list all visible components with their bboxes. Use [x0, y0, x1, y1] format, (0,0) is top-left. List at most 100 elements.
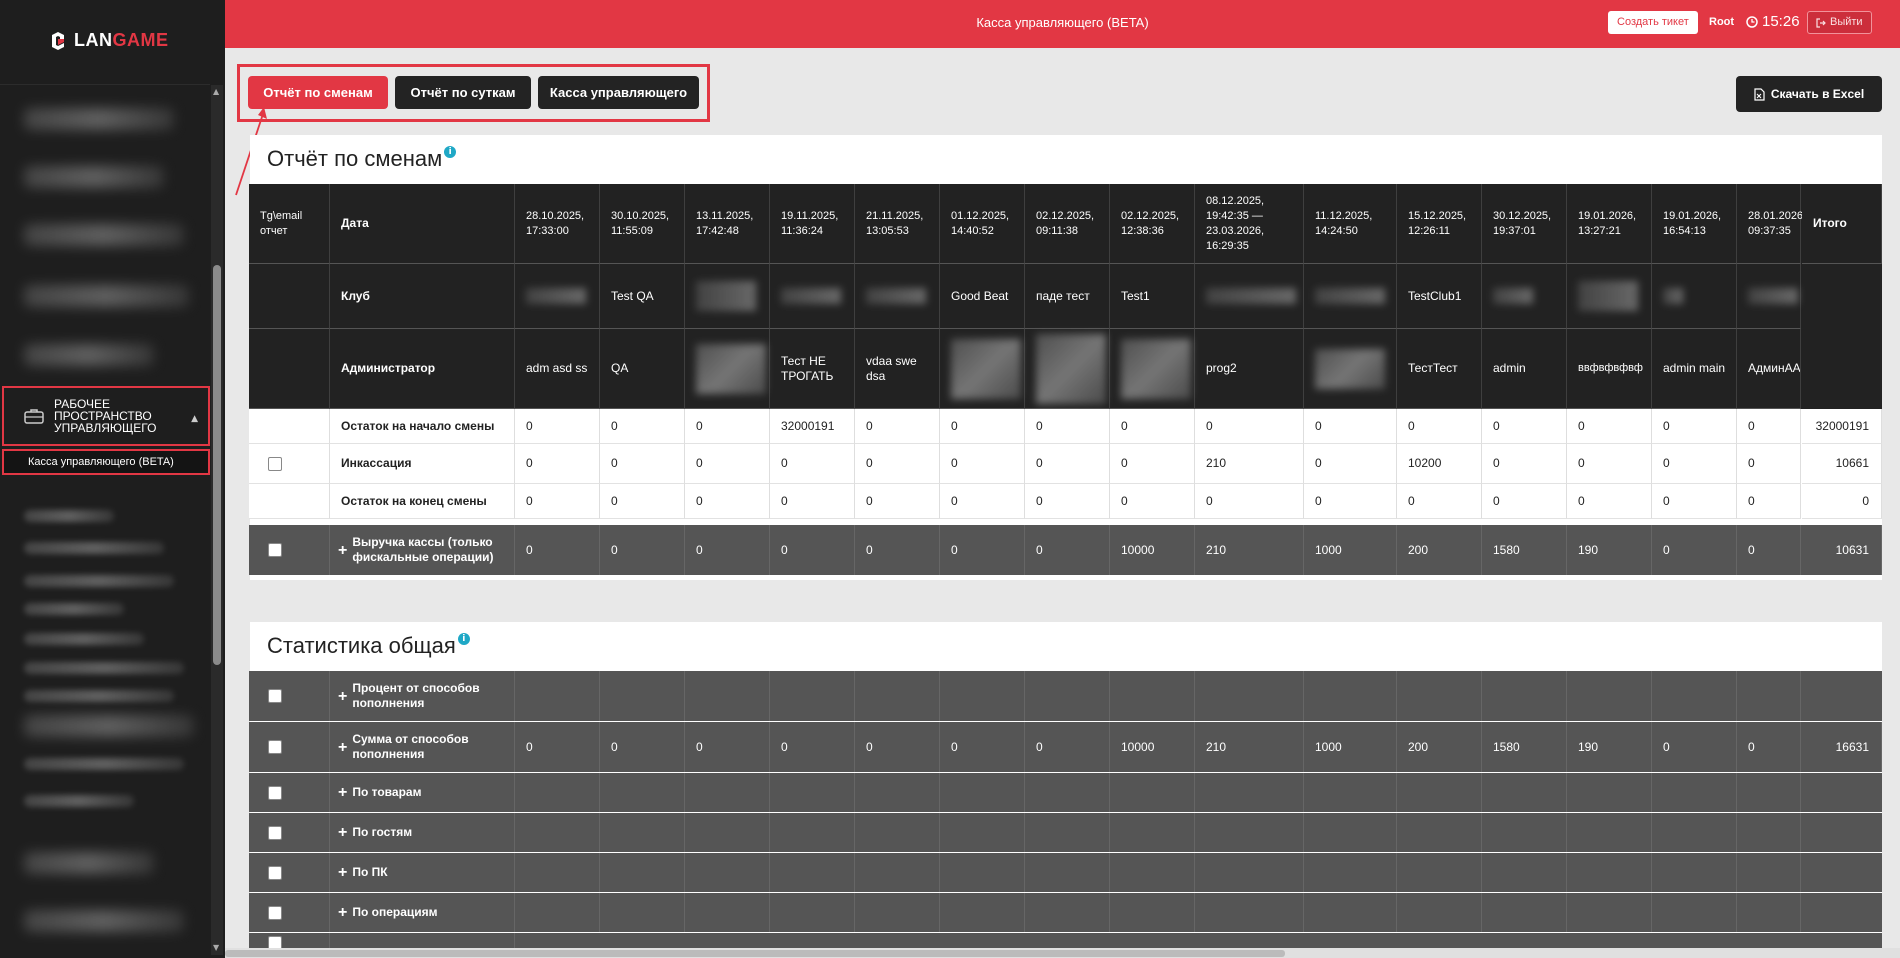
value-cell: 0: [1482, 444, 1567, 484]
sidebar-item-blurred[interactable]: [24, 344, 154, 366]
table-row-expandable[interactable]: [249, 933, 1882, 948]
sidebar-item-blurred[interactable]: [24, 662, 184, 674]
info-icon[interactable]: i: [444, 146, 457, 158]
table-row-expandable[interactable]: + По ПК: [249, 853, 1882, 892]
sidebar-item-manager-cash[interactable]: Касса управляющего (BETA): [2, 449, 210, 475]
value-cell: [685, 773, 770, 812]
sidebar-item-blurred[interactable]: [24, 224, 184, 246]
value-cell: [1110, 773, 1195, 812]
total-cell: 10661: [1802, 444, 1882, 484]
table-row-expandable[interactable]: + Сумма от способов пополнения 0 0 0 0 0 …: [249, 722, 1882, 772]
create-ticket-button[interactable]: Создать тикет: [1608, 11, 1698, 34]
sidebar: LANGAME РАБОЧЕЕ ПРОСТРАНСТВО УПРАВЛЯЮЩЕГ…: [0, 0, 225, 958]
info-icon[interactable]: i: [457, 633, 470, 645]
value-cell: 0: [1567, 409, 1652, 444]
value-cell: 210: [1195, 444, 1304, 484]
value-cell: 0: [1397, 409, 1482, 444]
value-cell: 0: [855, 409, 940, 444]
row-checkbox[interactable]: [268, 936, 282, 948]
value-cell: 0: [855, 722, 940, 772]
value-cell: 0: [940, 525, 1025, 575]
table-row-expandable[interactable]: + По операциям: [249, 893, 1882, 932]
sidebar-item-blurred[interactable]: [24, 575, 174, 587]
table-row-expandable[interactable]: + Выручка кассы (только фискальные операц…: [249, 525, 1882, 575]
value-cell: 0: [515, 444, 600, 484]
row-checkbox[interactable]: [268, 865, 282, 880]
logo-text: LANGAME: [74, 30, 169, 50]
horizontal-scrollbar[interactable]: [225, 948, 1900, 958]
langame-logo[interactable]: LANGAME: [48, 30, 169, 51]
date-cell: 30.12.2025, 19:37:01: [1482, 184, 1567, 264]
sidebar-item-blurred[interactable]: [24, 633, 144, 645]
sidebar-item-blurred[interactable]: [24, 758, 184, 770]
sidebar-item-blurred[interactable]: [24, 542, 164, 554]
user-name[interactable]: Root: [1709, 16, 1734, 28]
clock-icon: [1746, 15, 1758, 28]
value-cell: [600, 853, 685, 892]
sidebar-item-blurred[interactable]: [24, 285, 189, 307]
scroll-up-icon[interactable]: ▲: [213, 87, 219, 96]
expand-plus-icon[interactable]: +: [338, 542, 347, 558]
expand-plus-icon[interactable]: +: [338, 865, 347, 881]
admin-cell: adm asd ss: [515, 329, 600, 409]
value-cell: 0: [1482, 409, 1567, 444]
value-cell: [1567, 773, 1652, 812]
value-cell: [1025, 671, 1110, 721]
expand-plus-icon[interactable]: +: [338, 785, 347, 801]
table-row-expandable[interactable]: + По гостям: [249, 813, 1882, 852]
row-checkbox[interactable]: [268, 825, 282, 840]
scroll-down-icon[interactable]: ▼: [213, 943, 219, 952]
sidebar-item-blurred[interactable]: [24, 910, 184, 932]
value-cell: 0: [855, 525, 940, 575]
value-cell: 0: [515, 722, 600, 772]
value-cell: 0: [600, 484, 685, 519]
sidebar-item-blurred[interactable]: [24, 715, 194, 737]
sidebar-scrollbar[interactable]: ▲ ▼: [211, 85, 223, 955]
row-label: Выручка кассы (только фискальные операци…: [352, 535, 494, 564]
value-cell: [855, 813, 940, 852]
row-checkbox[interactable]: [268, 456, 282, 471]
value-cell: 0: [940, 444, 1025, 484]
row-checkbox[interactable]: [268, 543, 282, 557]
expand-plus-icon[interactable]: +: [338, 905, 347, 921]
value-cell: [1397, 773, 1482, 812]
sidebar-item-blurred[interactable]: [24, 852, 154, 874]
value-cell: 0: [770, 484, 855, 519]
value-cell: 0: [940, 409, 1025, 444]
expand-plus-icon[interactable]: +: [338, 688, 347, 704]
row-checkbox[interactable]: [268, 785, 282, 800]
sidebar-item-blurred[interactable]: [24, 603, 124, 615]
value-cell: [770, 853, 855, 892]
tab-manager-cash[interactable]: Касса управляющего: [538, 76, 699, 109]
sidebar-item-blurred[interactable]: [24, 166, 164, 188]
sidebar-section-workspace[interactable]: РАБОЧЕЕ ПРОСТРАНСТВО УПРАВЛЯЮЩЕГО ▲: [2, 386, 210, 446]
logout-button[interactable]: Выйти: [1807, 11, 1872, 34]
expand-plus-icon[interactable]: +: [338, 739, 347, 755]
sidebar-item-blurred[interactable]: [24, 795, 134, 807]
row-select-cell: [249, 853, 330, 892]
horizontal-scrollbar-thumb[interactable]: [225, 950, 1285, 957]
table-row: Инкассация 0 0 0 0 0 0 0 0 210 0 10200 0…: [249, 444, 1882, 484]
expand-plus-icon[interactable]: +: [338, 825, 347, 841]
sidebar-scrollbar-thumb[interactable]: [213, 265, 221, 665]
sidebar-item-blurred[interactable]: [24, 108, 174, 130]
date-cell: 02.12.2025, 12:38:36: [1110, 184, 1195, 264]
row-checkbox[interactable]: [268, 689, 282, 703]
row-checkbox[interactable]: [268, 740, 282, 754]
sidebar-item-blurred[interactable]: [24, 690, 174, 702]
row-checkbox[interactable]: [268, 905, 282, 920]
value-cell: [685, 813, 770, 852]
download-excel-button[interactable]: Скачать в Excel: [1736, 76, 1882, 112]
value-cell: [1567, 671, 1652, 721]
sidebar-item-blurred[interactable]: [24, 510, 114, 522]
table-row-expandable[interactable]: + По товарам: [249, 773, 1882, 812]
tab-daily-report[interactable]: Отчёт по суткам: [395, 76, 531, 109]
value-cell: [1397, 853, 1482, 892]
value-cell: [940, 671, 1025, 721]
value-cell: [1110, 813, 1195, 852]
club-label: Клуб: [330, 264, 515, 329]
date-cell: 02.12.2025, 09:11:38: [1025, 184, 1110, 264]
table-row-expandable[interactable]: + Процент от способов пополнения: [249, 671, 1882, 721]
value-cell: [600, 893, 685, 932]
admin-cell: ТестТест: [1397, 329, 1482, 409]
